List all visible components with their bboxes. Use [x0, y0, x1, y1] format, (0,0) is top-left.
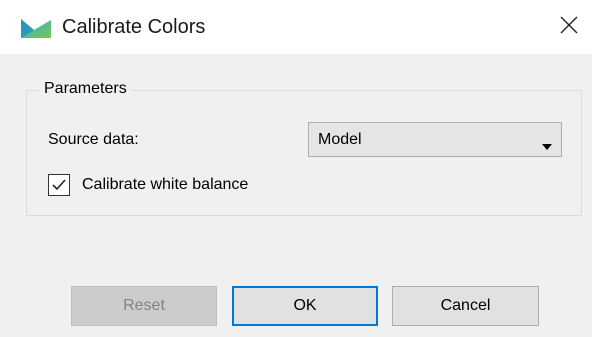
source-data-label: Source data:	[48, 131, 139, 148]
reset-button[interactable]: Reset	[71, 286, 217, 326]
dropdown-arrow-icon	[542, 137, 552, 150]
close-icon	[560, 16, 578, 39]
window-title: Calibrate Colors	[62, 16, 206, 38]
source-data-selected-value: Model	[318, 131, 362, 148]
cancel-button[interactable]: Cancel	[392, 286, 539, 326]
app-logo-icon	[20, 17, 52, 39]
ok-button[interactable]: OK	[232, 286, 378, 326]
title-bar: Calibrate Colors	[0, 0, 592, 54]
close-button[interactable]	[546, 0, 592, 54]
calibrate-white-balance-label[interactable]: Calibrate white balance	[82, 175, 248, 195]
parameters-group-title: Parameters	[40, 79, 131, 99]
calibrate-colors-dialog: Calibrate Colors Parameters Source data:…	[0, 0, 592, 337]
checkmark-icon	[52, 179, 66, 191]
source-data-dropdown[interactable]: Model	[308, 122, 562, 157]
calibrate-white-balance-checkbox[interactable]	[48, 174, 70, 196]
